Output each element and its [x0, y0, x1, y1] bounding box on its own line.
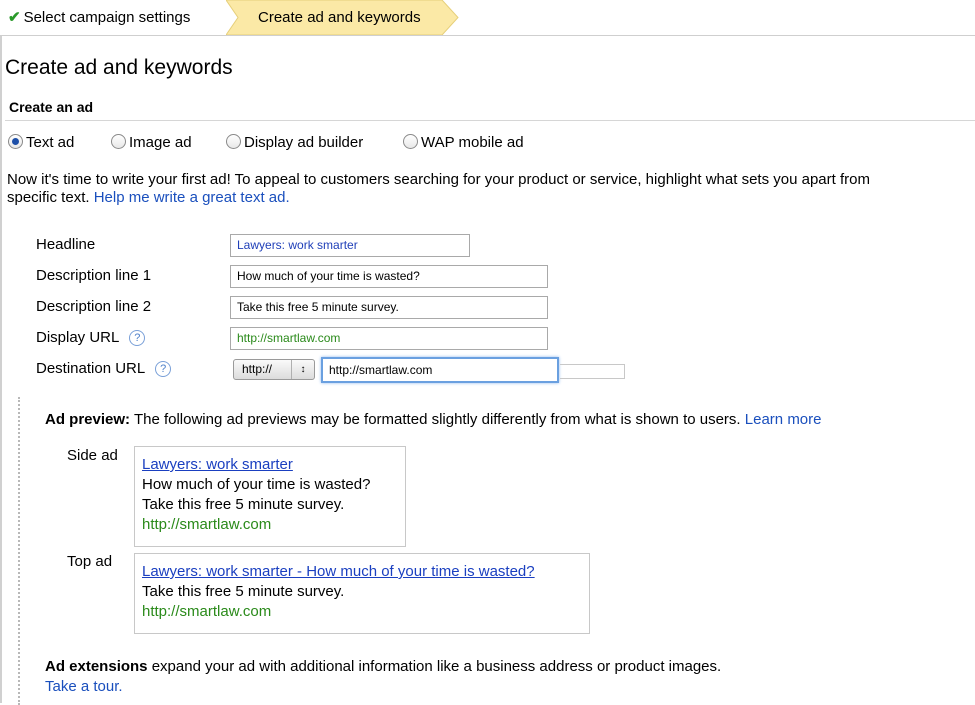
description-line1-input[interactable]: How much of your time is wasted? [230, 265, 548, 288]
destination-url-label-row: Destination URL? [36, 360, 172, 377]
radio-button-selected[interactable] [8, 134, 23, 149]
side-ad-label: Side ad [67, 447, 118, 464]
checkmark-icon: ✔ [8, 9, 21, 26]
page-title: Create ad and keywords [5, 56, 233, 79]
protocol-select[interactable]: http:// ↕ [233, 359, 315, 380]
help-question-icon[interactable]: ? [155, 361, 172, 377]
destination-url-label: Destination URL [36, 360, 146, 377]
side-ad-preview: Lawyers: work smarter How much of your t… [134, 446, 406, 547]
side-ad-line2: Take this free 5 minute survey. [142, 496, 345, 513]
top-ad-headline[interactable]: Lawyers: work smarter - How much of your… [142, 562, 589, 582]
top-ad-label: Top ad [67, 553, 113, 570]
description-line1-label: Description line 1 [36, 267, 152, 284]
headline-label: Headline [36, 236, 96, 253]
up-down-arrows-icon: ↕ [291, 360, 314, 379]
ad-extensions-text: expand your ad with additional informati… [151, 658, 722, 675]
destination-url-field-extension [560, 364, 625, 379]
side-ad-line1: How much of your time is wasted? [142, 476, 371, 493]
headline-input[interactable]: Lawyers: work smarter [230, 234, 470, 257]
description-line2-label: Description line 2 [36, 298, 152, 315]
radio-image-ad[interactable]: Image ad [111, 134, 192, 151]
ad-extensions-bold-label: Ad extensions [45, 658, 148, 675]
top-ad-url: http://smartlaw.com [142, 603, 272, 620]
learn-more-link[interactable]: Learn more [745, 411, 822, 428]
radio-text-ad[interactable]: Text ad [8, 134, 74, 151]
side-ad-headline[interactable]: Lawyers: work smarter [142, 455, 405, 475]
ad-extensions-description: Ad extensions expand your ad with additi… [45, 657, 721, 697]
section-header: Create an ad [5, 98, 975, 121]
breadcrumb-step2-label: Create ad and keywords [258, 9, 421, 26]
help-write-ad-link[interactable]: Help me write a great text ad. [94, 189, 290, 206]
intro-text: Now it's time to write your first ad! To… [7, 171, 975, 207]
breadcrumb: ✔ Select campaign settings Create ad and … [0, 0, 975, 36]
radio-wap-mobile-ad[interactable]: WAP mobile ad [403, 134, 524, 151]
radio-label: Text ad [26, 134, 75, 151]
ad-preview-bold-label: Ad preview: [45, 411, 131, 428]
dotted-divider [18, 397, 20, 705]
breadcrumb-step-create-ad: Create ad and keywords [226, 0, 459, 35]
radio-button[interactable] [403, 134, 418, 149]
radio-label: Display ad builder [244, 134, 364, 151]
breadcrumb-step1-label: Select campaign settings [23, 9, 191, 26]
radio-display-ad-builder[interactable]: Display ad builder [226, 134, 363, 151]
protocol-value: http:// [242, 362, 273, 376]
radio-button[interactable] [226, 134, 241, 149]
intro-line2: specific text. [7, 189, 90, 206]
top-ad-preview: Lawyers: work smarter - How much of your… [134, 553, 590, 634]
display-url-label-row: Display URL? [36, 329, 146, 346]
ad-preview-text: The following ad previews may be formatt… [133, 411, 741, 428]
radio-label: Image ad [129, 134, 192, 151]
display-url-label: Display URL [36, 329, 120, 346]
section-title: Create an ad [9, 99, 94, 115]
top-ad-line1: Take this free 5 minute survey. [142, 583, 345, 600]
breadcrumb-step-campaign-settings[interactable]: ✔ Select campaign settings [0, 0, 190, 35]
radio-button[interactable] [111, 134, 126, 149]
intro-line1: Now it's time to write your first ad! To… [7, 171, 870, 188]
ad-preview-description: Ad preview: The following ad previews ma… [45, 411, 822, 428]
description-line2-input[interactable]: Take this free 5 minute survey. [230, 296, 548, 319]
display-url-input[interactable]: http://smartlaw.com [230, 327, 548, 350]
take-a-tour-link[interactable]: Take a tour. [45, 678, 123, 695]
radio-label: WAP mobile ad [421, 134, 524, 151]
side-ad-url: http://smartlaw.com [142, 516, 272, 533]
help-question-icon[interactable]: ? [129, 330, 146, 346]
destination-url-input[interactable]: http://smartlaw.com [321, 357, 559, 383]
